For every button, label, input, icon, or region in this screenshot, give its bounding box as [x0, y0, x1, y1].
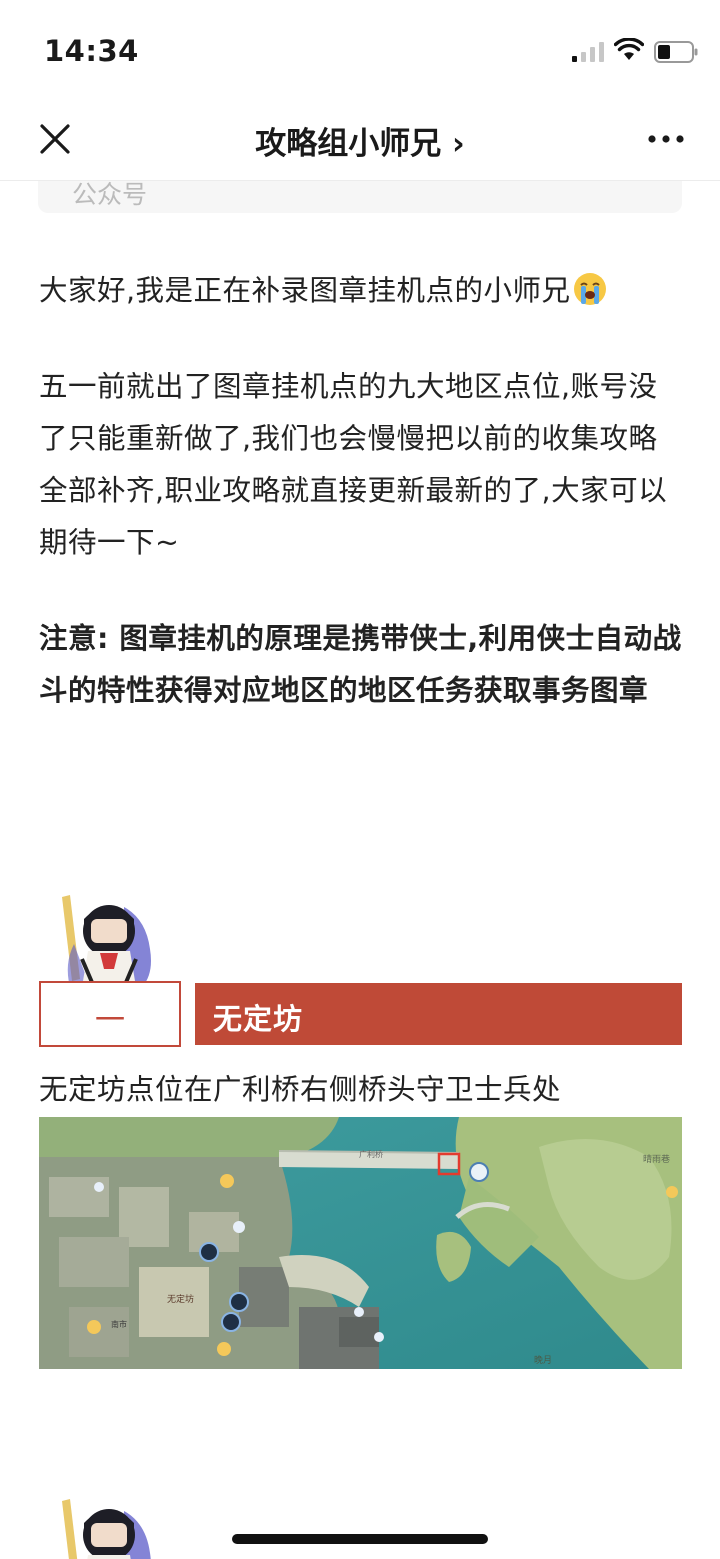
map-label: 广利桥 [359, 1149, 383, 1159]
navigation-bar: 攻略组小师兄 › [0, 100, 720, 181]
home-indicator[interactable] [232, 1534, 488, 1544]
official-account-card[interactable]: 公众号 [38, 181, 682, 213]
section-number-box: 一 [39, 981, 181, 1047]
article-intro: 大家好,我是正在补录图章挂机点的小师兄 [39, 265, 683, 317]
intro-text: 大家好,我是正在补录图章挂机点的小师兄 [39, 274, 571, 307]
account-title[interactable]: 攻略组小师兄 › [0, 118, 720, 163]
map-label: 晚月 [534, 1355, 552, 1366]
section-number: 一 [95, 1003, 125, 1038]
character-avatar [62, 895, 151, 988]
map-label: 晴雨巷 [643, 1153, 670, 1165]
more-options-icon[interactable] [646, 124, 686, 154]
article-body: 五一前就出了图章挂机点的九大地区点位,账号没了只能重新做了,我们也会慢慢把以前的… [39, 370, 668, 559]
cellular-signal-icon [572, 42, 604, 62]
official-account-label: 公众号 [72, 181, 148, 209]
wifi-icon [614, 38, 644, 60]
section-title-banner: 无定坊 [195, 983, 682, 1045]
character-avatar [62, 1499, 151, 1559]
article-content: 公众号 大家好,我是正在补录图章挂机点的小师兄 五一前就出了图章挂机点的九大地区… [0, 181, 720, 1559]
section-title: 无定坊 [213, 1002, 304, 1036]
section-caption: 无定坊点位在广利桥右侧桥头守卫士兵处 [39, 1073, 562, 1106]
status-time: 14:34 [44, 34, 139, 68]
article-note: 注意: 图章挂机的原理是携带侠士,利用侠士自动战斗的特性获得对应地区的地区任务获… [39, 622, 682, 707]
battery-icon [654, 41, 698, 63]
crying-face-emoji [573, 273, 606, 305]
status-bar: 14:34 [0, 0, 720, 100]
map-label: 南市 [111, 1319, 127, 1329]
map-label: 无定坊 [167, 1293, 194, 1305]
map-image[interactable]: 晴雨巷 广利桥 无定坊 晚月 南市 [39, 1117, 682, 1369]
